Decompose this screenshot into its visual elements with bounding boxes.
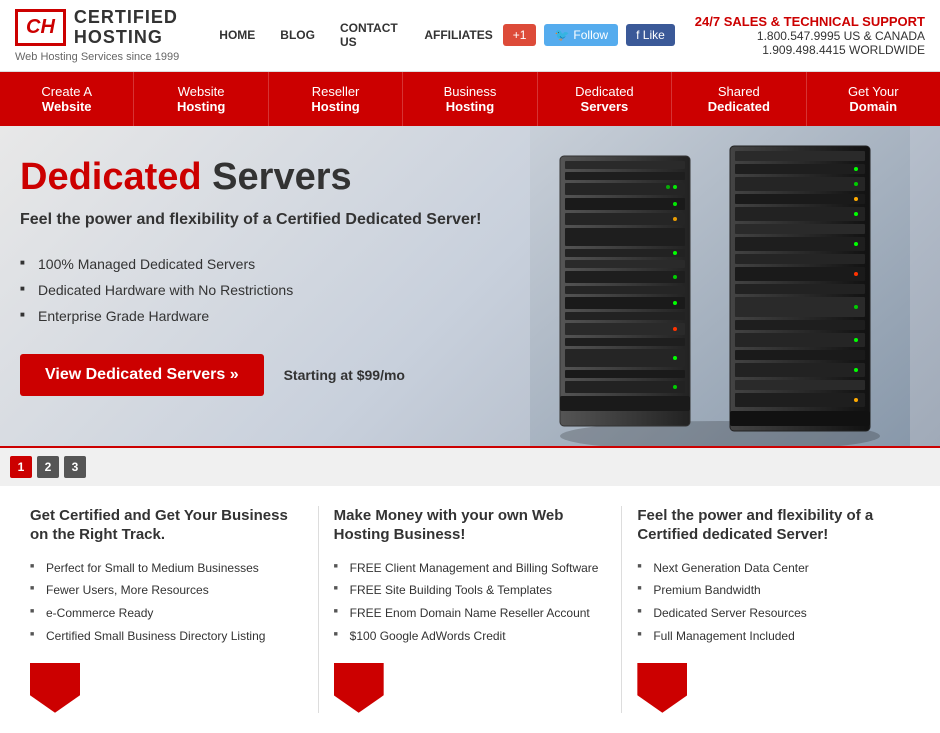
nav-shared-line2: Dedicated [708, 99, 770, 114]
hero-bullet-3: Enterprise Grade Hardware [20, 303, 490, 329]
twitter-icon: 🐦 [554, 28, 569, 42]
nav-domain-line2: Domain [849, 99, 897, 114]
nav-create-website-line2: Website [42, 99, 92, 114]
logo-line1: CERTIFIED [74, 8, 178, 28]
nav-create-website-line1: Create A [41, 84, 92, 99]
nav-reseller-hosting[interactable]: Reseller Hosting [269, 72, 403, 126]
hero-bullet-1: 100% Managed Dedicated Servers [20, 251, 490, 277]
nav-domain-line1: Get Your [848, 84, 899, 99]
hero-server-image [520, 126, 920, 446]
feature-1-bullet-4: Certified Small Business Directory Listi… [30, 625, 303, 648]
support-phone-intl: 1.909.498.4415 WORLDWIDE [695, 43, 925, 57]
nav-reseller-line1: Reseller [312, 84, 360, 99]
main-navbar: Create A Website Website Hosting Reselle… [0, 72, 940, 126]
nav-website-hosting-line2: Hosting [177, 99, 225, 114]
feature-bullets-1: Perfect for Small to Medium Businesses F… [30, 557, 303, 648]
nav-business-line2: Hosting [446, 99, 494, 114]
support-title: 24/7 SALES & TECHNICAL SUPPORT [695, 14, 925, 29]
hero-banner: Dedicated Servers Feel the power and fle… [0, 126, 940, 446]
logo-tagline: Web Hosting Services since 1999 [15, 51, 179, 63]
feature-2-bullet-2: FREE Site Building Tools & Templates [334, 579, 607, 602]
nav-blog[interactable]: BLOG [280, 28, 315, 42]
hero-content: Dedicated Servers Feel the power and fle… [0, 126, 520, 446]
logo-text: CERTIFIED HOSTING [74, 8, 178, 48]
nav-website-hosting[interactable]: Website Hosting [134, 72, 268, 126]
feature-1-bullet-3: e-Commerce Ready [30, 602, 303, 625]
view-dedicated-servers-button[interactable]: View Dedicated Servers » [20, 354, 264, 396]
features-section: Get Certified and Get Your Business on t… [0, 486, 940, 733]
nav-shared-dedicated[interactable]: Shared Dedicated [672, 72, 806, 126]
feature-1-bullet-2: Fewer Users, More Resources [30, 579, 303, 602]
support-area: 24/7 SALES & TECHNICAL SUPPORT 1.800.547… [675, 14, 925, 57]
feature-bullets-3: Next Generation Data Center Premium Band… [637, 557, 910, 648]
nav-dedicated-line1: Dedicated [575, 84, 634, 99]
nav-dedicated-servers[interactable]: Dedicated Servers [538, 72, 672, 126]
hero-subtitle: Feel the power and flexibility of a Cert… [20, 209, 490, 231]
feature-1-arrow [30, 663, 80, 713]
feature-2-bullet-4: $100 Google AdWords Credit [334, 625, 607, 648]
feature-col-2: Make Money with your own Web Hosting Bus… [319, 506, 623, 713]
nav-contact[interactable]: CONTACT US [340, 21, 399, 49]
facebook-button[interactable]: f Like [626, 24, 675, 46]
hero-title-dark: Servers [202, 156, 352, 198]
nav-create-website[interactable]: Create A Website [0, 72, 134, 126]
nav-business-hosting[interactable]: Business Hosting [403, 72, 537, 126]
gplus-button[interactable]: +1 [503, 24, 537, 46]
nav-affiliates[interactable]: AFFILIATES [424, 28, 492, 42]
slider-dots: 1 2 3 [0, 446, 940, 486]
nav-website-hosting-line1: Website [178, 84, 225, 99]
support-phone-us: 1.800.547.9995 US & CANADA [695, 29, 925, 43]
nav-reseller-line2: Hosting [311, 99, 359, 114]
facebook-icon: f [636, 28, 639, 42]
hero-title: Dedicated Servers [20, 156, 490, 199]
feature-bullets-2: FREE Client Management and Billing Softw… [334, 557, 607, 648]
feature-3-bullet-4: Full Management Included [637, 625, 910, 648]
slider-dot-1[interactable]: 1 [10, 456, 32, 478]
feature-2-arrow [334, 663, 384, 713]
feature-3-bullet-1: Next Generation Data Center [637, 557, 910, 580]
hero-bullets: 100% Managed Dedicated Servers Dedicated… [20, 251, 490, 329]
twitter-button[interactable]: 🐦 Follow [544, 24, 618, 46]
nav-business-line1: Business [444, 84, 497, 99]
logo-line2: HOSTING [74, 28, 178, 48]
feature-title-3: Feel the power and flexibility of a Cert… [637, 506, 910, 545]
feature-3-bullet-3: Dedicated Server Resources [637, 602, 910, 625]
starting-price: Starting at $99/mo [284, 367, 405, 383]
header: CH CERTIFIED HOSTING Web Hosting Service… [0, 0, 940, 72]
social-buttons: +1 🐦 Follow f Like [503, 24, 675, 46]
logo-icon: CH [15, 9, 66, 46]
feature-3-arrow [637, 663, 687, 713]
nav-home[interactable]: HOME [219, 28, 255, 42]
feature-2-bullet-3: FREE Enom Domain Name Reseller Account [334, 602, 607, 625]
nav-dedicated-line2: Servers [581, 99, 629, 114]
hero-bullet-2: Dedicated Hardware with No Restrictions [20, 277, 490, 303]
feature-title-1: Get Certified and Get Your Business on t… [30, 506, 303, 545]
slider-dot-2[interactable]: 2 [37, 456, 59, 478]
hero-title-red: Dedicated [20, 156, 202, 198]
nav-shared-line1: Shared [718, 84, 760, 99]
slider-dot-3[interactable]: 3 [64, 456, 86, 478]
logo-area: CH CERTIFIED HOSTING Web Hosting Service… [15, 8, 179, 63]
logo-box: CH CERTIFIED HOSTING [15, 8, 178, 48]
nav-get-domain[interactable]: Get Your Domain [807, 72, 940, 126]
feature-3-bullet-2: Premium Bandwidth [637, 579, 910, 602]
feature-col-1: Get Certified and Get Your Business on t… [15, 506, 319, 713]
feature-col-3: Feel the power and flexibility of a Cert… [622, 506, 925, 713]
hero-cta: View Dedicated Servers » Starting at $99… [20, 354, 490, 396]
feature-1-bullet-1: Perfect for Small to Medium Businesses [30, 557, 303, 580]
feature-2-bullet-1: FREE Client Management and Billing Softw… [334, 557, 607, 580]
top-nav: HOME BLOG CONTACT US AFFILIATES [219, 21, 492, 49]
feature-title-2: Make Money with your own Web Hosting Bus… [334, 506, 607, 545]
